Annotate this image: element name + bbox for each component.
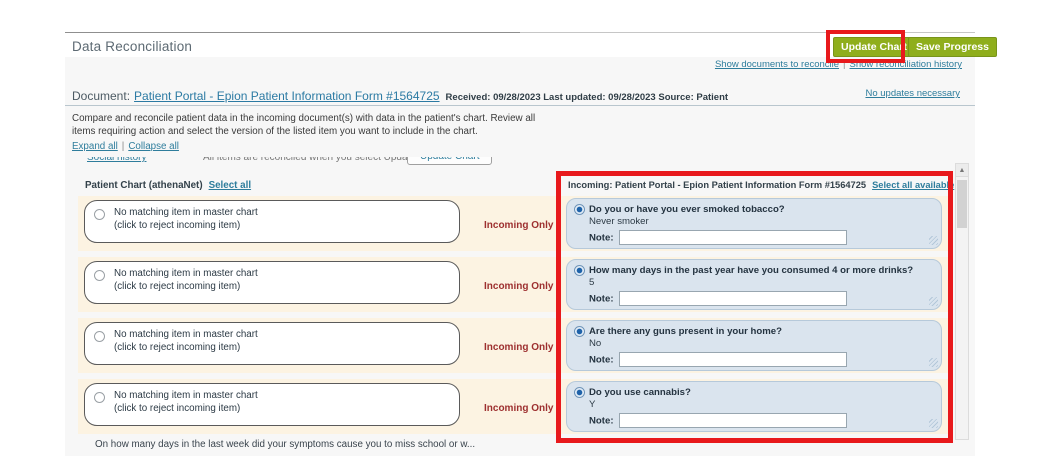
scrollbar-thumb[interactable] xyxy=(957,180,967,228)
no-match-line1: No matching item in master chart xyxy=(114,207,258,218)
save-progress-button[interactable]: Save Progress xyxy=(908,37,997,57)
expand-collapse-links: Expand all | Collapse all xyxy=(72,141,179,152)
document-meta: Received: 09/28/2023 Last updated: 09/28… xyxy=(445,92,729,103)
resize-grip-icon xyxy=(929,297,938,306)
note-label: Note: xyxy=(589,232,614,244)
document-bar: Document: Patient Portal - Epion Patient … xyxy=(72,87,728,105)
update-chart-button[interactable]: Update Chart xyxy=(833,37,915,57)
page-title: Data Reconciliation xyxy=(72,39,193,54)
patient-chart-column-header: Patient Chart (athenaNet) Select all xyxy=(85,180,251,191)
resize-grip-icon xyxy=(929,419,938,428)
note-row: Note: xyxy=(589,412,847,430)
instructions-line1: Compare and reconcile patient data in th… xyxy=(72,113,536,124)
incoming-column-header: Incoming: Patient Portal - Epion Patient… xyxy=(568,180,954,190)
note-input[interactable] xyxy=(618,413,847,429)
chart-no-match-option[interactable]: No matching item in master chart (click … xyxy=(84,200,460,243)
incoming-answer: Never smoker xyxy=(589,216,649,227)
row-status-badge: Incoming Only xyxy=(484,281,554,292)
section-divider xyxy=(65,105,975,106)
radio-unselected-icon[interactable] xyxy=(94,392,105,403)
collapse-all-link[interactable]: Collapse all xyxy=(128,141,179,152)
resize-grip-icon xyxy=(929,358,938,367)
header-links: Show documents to reconcile | Show reconci… xyxy=(715,59,962,70)
patient-chart-header-title: Patient Chart (athenaNet) xyxy=(85,180,203,191)
no-match-line1: No matching item in master chart xyxy=(114,268,258,279)
no-match-line2: (click to reject incoming item) xyxy=(114,281,241,292)
reconciliation-row: No matching item in master chart (click … xyxy=(78,379,950,434)
top-divider xyxy=(65,32,520,33)
note-label: Note: xyxy=(589,415,614,427)
incoming-answer: Y xyxy=(589,399,596,410)
chart-no-match-option[interactable]: No matching item in master chart (click … xyxy=(84,261,460,304)
row-status-badge: Incoming Only xyxy=(484,342,554,353)
no-match-line2: (click to reject incoming item) xyxy=(114,403,241,414)
section-update-chart-button[interactable]: Update Chart xyxy=(407,157,493,165)
no-match-line2: (click to reject incoming item) xyxy=(114,220,241,231)
row-status-badge: Incoming Only xyxy=(484,403,554,414)
no-match-line1: No matching item in master chart xyxy=(114,390,258,401)
radio-selected-icon[interactable] xyxy=(574,204,585,215)
show-history-link[interactable]: Show reconciliation history xyxy=(850,59,962,70)
incoming-answer: 5 xyxy=(589,277,595,288)
section-header-clipped: − Social history All items are reconcile… xyxy=(65,157,953,169)
incoming-question: How many days in the past year have you … xyxy=(589,265,914,276)
link-separator: | xyxy=(121,141,125,152)
instructions-line2: items requiring action and select the ve… xyxy=(72,126,478,137)
radio-selected-icon[interactable] xyxy=(574,265,585,276)
select-all-link[interactable]: Select all xyxy=(209,180,251,191)
section-header-row: − Social history All items are reconcile… xyxy=(65,157,953,169)
note-row: Note: xyxy=(589,290,847,308)
top-divider-light xyxy=(520,32,975,33)
incoming-answer: No xyxy=(589,338,602,349)
no-updates-link[interactable]: No updates necessary xyxy=(865,88,960,99)
reconciliation-row: No matching item in master chart (click … xyxy=(78,257,950,312)
expand-all-link[interactable]: Expand all xyxy=(72,141,118,152)
incoming-item-option[interactable]: Do you or have you ever smoked tobacco? … xyxy=(566,198,942,249)
scrollbar-up-arrow-icon[interactable]: ▲ xyxy=(956,164,968,177)
show-documents-link[interactable]: Show documents to reconcile xyxy=(715,59,839,70)
note-input[interactable] xyxy=(618,230,847,246)
note-input[interactable] xyxy=(618,291,847,307)
section-title-link[interactable]: Social history xyxy=(87,157,146,163)
radio-unselected-icon[interactable] xyxy=(94,331,105,342)
document-label: Document: xyxy=(72,89,131,103)
note-label: Note: xyxy=(589,293,614,305)
note-row: Note: xyxy=(589,351,847,369)
data-reconciliation-screen: Data Reconciliation Update Chart Save Pr… xyxy=(0,0,1040,470)
incoming-item-option[interactable]: Do you use cannabis? Y Note: xyxy=(566,381,942,432)
chart-no-match-option[interactable]: No matching item in master chart (click … xyxy=(84,322,460,365)
resize-grip-icon xyxy=(929,236,938,245)
radio-unselected-icon[interactable] xyxy=(94,270,105,281)
note-input[interactable] xyxy=(618,352,847,368)
note-label: Note: xyxy=(589,354,614,366)
document-link[interactable]: Patient Portal - Epion Patient Informati… xyxy=(134,89,440,103)
collapse-icon[interactable]: − xyxy=(70,157,76,163)
reconciliation-row: No matching item in master chart (click … xyxy=(78,196,950,251)
incoming-header-title: Incoming: Patient Portal - Epion Patient… xyxy=(568,180,867,190)
next-item-truncated: On how many days in the last week did yo… xyxy=(95,439,476,450)
incoming-question: Do you or have you ever smoked tobacco? xyxy=(589,204,785,215)
link-separator: | xyxy=(843,59,846,70)
no-match-line2: (click to reject incoming item) xyxy=(114,342,241,353)
note-row: Note: xyxy=(589,229,847,247)
select-all-available-link[interactable]: Select all available xyxy=(872,180,954,190)
instructions-text: Compare and reconcile patient data in th… xyxy=(72,112,535,138)
incoming-item-option[interactable]: Are there any guns present in your home?… xyxy=(566,320,942,371)
radio-selected-icon[interactable] xyxy=(574,326,585,337)
row-status-badge: Incoming Only xyxy=(484,220,554,231)
incoming-question: Are there any guns present in your home? xyxy=(589,326,782,337)
radio-selected-icon[interactable] xyxy=(574,387,585,398)
no-match-line1: No matching item in master chart xyxy=(114,329,258,340)
incoming-question: Do you use cannabis? xyxy=(589,387,691,398)
radio-unselected-icon[interactable] xyxy=(94,209,105,220)
incoming-item-option[interactable]: How many days in the past year have you … xyxy=(566,259,942,310)
vertical-scrollbar[interactable]: ▲ xyxy=(955,163,969,440)
reconciliation-row: No matching item in master chart (click … xyxy=(78,318,950,373)
chart-no-match-option[interactable]: No matching item in master chart (click … xyxy=(84,383,460,426)
